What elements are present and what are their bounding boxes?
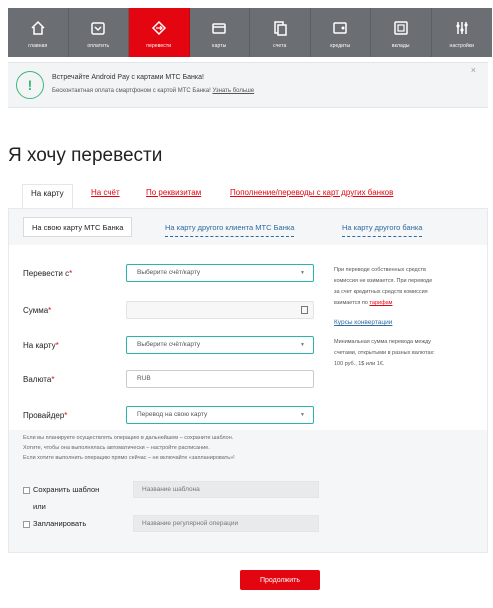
- hint-line-2: Хотите, чтобы она выполнялась автоматиче…: [23, 445, 210, 451]
- hint-line-1: Если вы планируете осуществлять операцию…: [23, 435, 234, 441]
- commission-note: При переводе собственных средств комисси…: [334, 265, 432, 309]
- provider-label-text: Провайдер: [23, 411, 65, 420]
- provider-select-value: Перевод на свою карту: [137, 411, 208, 418]
- exclamation-icon: !: [16, 71, 44, 99]
- tab-by-requisites[interactable]: По реквизитам: [146, 184, 201, 208]
- nav-label-deposits: вклады: [391, 43, 410, 49]
- minimum-amount-line2: счетами, открытыми в разных валютах:: [334, 350, 435, 356]
- nav-item-deposits[interactable]: вклады: [371, 8, 432, 57]
- from-select-value: Выберите счёт/карту: [137, 269, 201, 276]
- pay-icon: [91, 22, 105, 35]
- subtab-own-card[interactable]: На свою карту МТС Банка: [23, 217, 133, 237]
- chevron-down-icon: ▼: [300, 342, 305, 348]
- from-label: Перевести с*: [23, 269, 72, 278]
- nav-item-settings[interactable]: настройки: [432, 8, 493, 57]
- nav-item-pay[interactable]: оплатить: [69, 8, 129, 57]
- commission-note-line4: взимается по тарифам: [334, 298, 432, 309]
- commission-note-line4-text: взимается по: [334, 300, 368, 306]
- chevron-down-icon: ▼: [300, 412, 305, 418]
- commission-note-line3: за счет кредитных средств комиссия: [334, 289, 428, 295]
- home-icon: [31, 20, 45, 35]
- to-card-select-value: Выберите счёт/карту: [137, 341, 201, 348]
- deposits-icon: [394, 21, 408, 35]
- banner-title: Встречайте Android Pay с картами МТС Бан…: [52, 74, 204, 81]
- nav-item-transfer[interactable]: перевести: [129, 8, 190, 57]
- nav-label-transfer: перевести: [146, 43, 172, 49]
- transfer-form-card: На свою карту МТС Банка На карту другого…: [8, 208, 488, 553]
- subtab-other-bank[interactable]: На карту другого банка: [342, 219, 423, 237]
- subtab-other-client[interactable]: На карту другого клиента МТС Банка: [165, 219, 295, 237]
- from-select[interactable]: Выберите счёт/карту ▼: [126, 264, 314, 282]
- schedule-label: Запланировать: [33, 519, 87, 528]
- amount-input[interactable]: [126, 301, 314, 319]
- nav-label-accounts: счета: [273, 43, 287, 49]
- nav-label-cards: карты: [212, 43, 227, 49]
- save-template-label: Сохранить шаблон: [33, 485, 100, 494]
- continue-button[interactable]: Продолжить: [240, 570, 320, 590]
- save-template-row[interactable]: Сохранить шаблон: [23, 485, 99, 494]
- required-mark: *: [69, 269, 73, 278]
- template-name-input[interactable]: Название шаблона: [133, 481, 319, 498]
- commission-note-line1: При переводе собственных средств: [334, 267, 426, 273]
- banner-text: Бесконтактная оплата смартфоном с картой…: [52, 88, 254, 94]
- close-icon[interactable]: ×: [471, 65, 476, 75]
- required-mark: *: [48, 306, 52, 315]
- to-card-select[interactable]: Выберите счёт/карту ▼: [126, 336, 314, 354]
- minimum-amount-note: Минимальная сумма перевода между счетами…: [334, 337, 435, 370]
- top-navigation: главная оплатить перевести карты счета к…: [8, 8, 492, 57]
- accounts-icon: [274, 21, 287, 36]
- form-body: Перевести с* Выберите счёт/карту ▼ Сумма*…: [9, 245, 487, 430]
- nav-item-credits[interactable]: кредиты: [311, 8, 371, 57]
- to-card-label-text: На карту: [23, 341, 56, 350]
- transfer-icon: [151, 20, 166, 36]
- from-label-text: Перевести с: [23, 269, 70, 278]
- amount-label-text: Сумма: [23, 306, 49, 315]
- tab-to-card[interactable]: На карту: [22, 184, 73, 208]
- minimum-amount-line1: Минимальная сумма перевода между: [334, 339, 432, 345]
- schedule-row[interactable]: Запланировать: [23, 519, 86, 528]
- to-card-label: На карту*: [23, 341, 59, 350]
- required-mark: *: [51, 375, 55, 384]
- cards-icon: [212, 23, 226, 34]
- currency-label: Валюта*: [23, 375, 54, 384]
- or-label: или: [33, 502, 46, 511]
- schedule-checkbox[interactable]: [23, 520, 30, 528]
- amount-label: Сумма*: [23, 306, 51, 315]
- nav-item-accounts[interactable]: счета: [250, 8, 311, 57]
- nav-label-settings: настройки: [449, 43, 475, 49]
- commission-note-line2: комиссия не взимается. При переводе: [334, 278, 433, 284]
- transfer-type-tabs: На карту На счёт По реквизитам Пополнени…: [22, 184, 484, 208]
- minimum-amount-line3: 100 руб., 1$ или 1€.: [334, 361, 385, 367]
- provider-select[interactable]: Перевод на свою карту ▼: [126, 406, 314, 424]
- currency-select[interactable]: RUB: [126, 370, 314, 388]
- chevron-down-icon: ▼: [300, 270, 305, 276]
- save-template-checkbox[interactable]: [23, 486, 30, 494]
- tab-to-account[interactable]: На счёт: [91, 184, 120, 208]
- tariffs-link[interactable]: тарифам: [369, 300, 392, 306]
- credits-icon: [333, 22, 347, 34]
- nav-item-main[interactable]: главная: [8, 8, 69, 57]
- tab-other-banks[interactable]: Пополнение/переводы с карт других банков: [230, 184, 393, 208]
- required-mark: *: [55, 341, 59, 350]
- conversion-rates-link[interactable]: Курсы конвертации: [334, 319, 392, 326]
- banner-learn-more-link[interactable]: Узнать больше: [212, 88, 254, 94]
- settings-icon: [456, 22, 468, 34]
- nav-label-pay: оплатить: [87, 43, 110, 49]
- nav-label-main: главная: [28, 43, 48, 49]
- hint-line-3: Если хотите выполнить операцию прямо сей…: [23, 455, 235, 461]
- currency-select-value: RUB: [137, 375, 151, 382]
- currency-label-text: Валюта: [23, 375, 52, 384]
- page-title: Я хочу перевести: [8, 145, 163, 166]
- provider-label: Провайдер*: [23, 411, 67, 420]
- banner-text-body: Бесконтактная оплата смартфоном с картой…: [52, 88, 211, 94]
- calculator-icon[interactable]: [301, 306, 308, 314]
- promo-banner: ! Встречайте Android Pay с картами МТС Б…: [8, 62, 488, 108]
- required-mark: *: [64, 411, 68, 420]
- nav-label-credits: кредиты: [330, 43, 351, 49]
- nav-item-cards[interactable]: карты: [190, 8, 250, 57]
- regular-operation-input[interactable]: Название регулярной операции: [133, 515, 319, 532]
